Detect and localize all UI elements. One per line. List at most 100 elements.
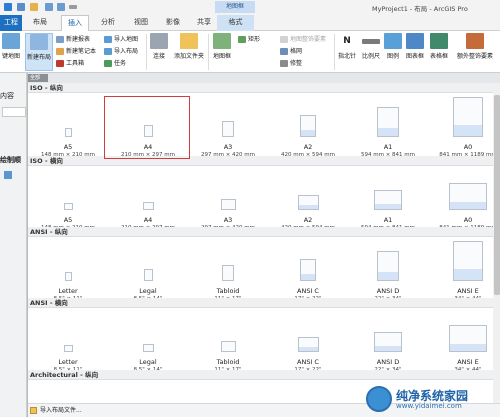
page-size-tile[interactable]: A1594 mm × 841 mm	[348, 167, 428, 231]
north-arrow-button[interactable]: N 指北针	[336, 33, 358, 71]
page-size-tile[interactable]: Letter8.5" × 11"	[28, 238, 108, 302]
quick-access-dropdown-icon[interactable]	[68, 2, 78, 12]
page-size-tile[interactable]: A0841 mm × 1189 mm	[428, 167, 500, 231]
section-header: ANSI - 横向	[28, 298, 500, 308]
connect-button[interactable]: 连接	[148, 33, 170, 71]
page-size-tile[interactable]: Letter8.5" × 11"	[28, 309, 108, 373]
page-size-tile[interactable]: A5148 mm × 210 mm	[28, 167, 108, 231]
add-map-label: 键地图	[1, 53, 20, 60]
page-size-tile[interactable]: ANSI D22" × 34"	[348, 238, 428, 302]
tile-name: Tabloid	[216, 358, 240, 366]
page-size-tile[interactable]: A3297 mm × 420 mm	[188, 167, 268, 231]
new-layout-label: 新建布局	[26, 54, 51, 61]
tile-name: A5	[63, 143, 73, 151]
open-icon[interactable]	[29, 2, 39, 12]
scale-bar-label: 比例尺	[361, 53, 380, 60]
north-arrow-icon: N	[338, 33, 356, 49]
rectangle-button[interactable]: 矩形	[238, 35, 260, 45]
page-size-tile[interactable]: ANSI E34" × 44"	[428, 309, 500, 373]
contents-search-input[interactable]	[2, 107, 26, 117]
page-thumbnail-area	[188, 167, 268, 213]
page-thumbnail-icon	[449, 325, 487, 352]
undo-icon[interactable]	[44, 2, 54, 12]
folder-icon	[180, 33, 198, 49]
tab-view[interactable]: 视图	[128, 15, 154, 31]
tile-name: Letter	[58, 287, 78, 295]
page-size-tile[interactable]: A1594 mm × 841 mm	[348, 94, 428, 158]
toolbox-button[interactable]: 工具箱	[56, 59, 84, 69]
map-frame-button[interactable]: 地图框	[210, 33, 234, 71]
scale-bar-button[interactable]: 比例尺	[360, 33, 382, 71]
page-size-tile[interactable]: ANSI C17" × 22"	[268, 238, 348, 302]
report-icon	[56, 36, 64, 43]
new-report-button[interactable]: 新建报表	[56, 35, 90, 45]
add-folder-button[interactable]: 添加文件夹	[172, 33, 206, 71]
save-icon[interactable]	[16, 2, 26, 12]
page-size-tile[interactable]: ANSI C17" × 22"	[268, 309, 348, 373]
table-frame-button[interactable]: 表格框	[428, 33, 450, 71]
gallery-scrollbar[interactable]	[493, 83, 500, 403]
new-layout-button[interactable]: 新建布局	[25, 33, 53, 71]
page-thumbnail-icon	[63, 345, 73, 352]
drawing-order-label: 绘制顺	[0, 156, 21, 164]
tile-name: Letter	[58, 358, 78, 366]
page-size-tile[interactable]: A2420 mm × 594 mm	[268, 167, 348, 231]
rectangle-icon	[238, 36, 246, 43]
page-size-tile[interactable]: A4210 mm × 297 mm	[108, 167, 188, 231]
extra-surrounds-button[interactable]: 额外整饰要素	[452, 33, 498, 71]
import-map-label: 导入地图	[114, 36, 139, 43]
page-thumbnail-icon	[220, 199, 236, 210]
new-notebook-label: 新建笔记本	[66, 48, 97, 55]
import-layout-label: 导入布局	[114, 48, 139, 55]
chart-frame-button[interactable]: 图表框	[404, 33, 426, 71]
page-size-tile[interactable]: A5148 mm × 210 mm	[28, 94, 108, 158]
page-size-tile[interactable]: Legal8.5" × 14"	[108, 238, 188, 302]
page-thumbnail-area	[28, 238, 108, 284]
watermark: 纯净系统家园 www.yidaimei.com	[366, 386, 496, 414]
tab-format[interactable]: 格式	[217, 15, 254, 31]
page-thumbnail-area	[268, 167, 348, 213]
page-size-tile[interactable]: ANSI E34" × 44"	[428, 238, 500, 302]
tile-name: ANSI C	[297, 287, 319, 295]
page-thumbnail-icon	[63, 203, 73, 210]
ribbon-separator	[208, 34, 209, 70]
page-thumbnail-icon	[64, 128, 72, 137]
page-size-tile[interactable]: A3297 mm × 420 mm	[188, 94, 268, 158]
new-notebook-button[interactable]: 新建笔记本	[56, 47, 96, 57]
legend-button[interactable]: 图例	[384, 33, 402, 71]
map-surrounds-button[interactable]: 地图整饰要素	[280, 35, 326, 45]
north-arrow-label: 指北针	[337, 53, 356, 60]
import-map-button[interactable]: 导入地图	[104, 35, 138, 45]
page-size-tile[interactable]: Legal8.5" × 14"	[108, 309, 188, 373]
page-thumbnail-icon	[374, 190, 402, 210]
task-button[interactable]: 任务	[104, 59, 126, 69]
grid-button[interactable]: 格网	[280, 47, 302, 57]
page-size-tile[interactable]: ANSI D22" × 34"	[348, 309, 428, 373]
import-layout-button[interactable]: 导入布局	[104, 47, 138, 57]
trim-button[interactable]: 修整	[280, 59, 302, 69]
page-size-tile[interactable]: A2420 mm × 594 mm	[268, 94, 348, 158]
page-size-tile[interactable]: A0841 mm × 1189 mm	[428, 94, 500, 158]
page-thumbnail-area	[348, 167, 428, 213]
page-thumbnail-area	[348, 94, 428, 140]
page-thumbnail-icon	[449, 183, 487, 210]
tab-share[interactable]: 共享	[192, 15, 216, 31]
tab-insert[interactable]: 插入	[61, 15, 89, 31]
page-size-tile[interactable]: Tabloid11" × 17"	[188, 309, 268, 373]
chart-frame-icon	[406, 33, 424, 49]
grid-icon	[280, 48, 288, 55]
tab-imagery[interactable]: 影像	[160, 15, 186, 31]
tile-name: A2	[303, 216, 313, 224]
page-size-tile[interactable]: Tabloid11" × 17"	[188, 238, 268, 302]
tab-project[interactable]: 工程	[0, 15, 22, 31]
category-filter[interactable]: 全部	[28, 74, 48, 82]
redo-icon[interactable]	[56, 2, 66, 12]
tab-analysis[interactable]: 分析	[95, 15, 121, 31]
tile-name: A5	[63, 216, 73, 224]
legend-icon	[384, 33, 402, 49]
layout-node-icon	[4, 171, 12, 179]
tab-layout[interactable]: 布局	[27, 15, 53, 31]
add-map-button[interactable]: 键地图	[0, 33, 22, 71]
title-bar: 地图框 MyProject1 - 布局 - ArcGIS Pro	[0, 0, 500, 14]
scrollbar-thumb[interactable]	[494, 95, 500, 295]
